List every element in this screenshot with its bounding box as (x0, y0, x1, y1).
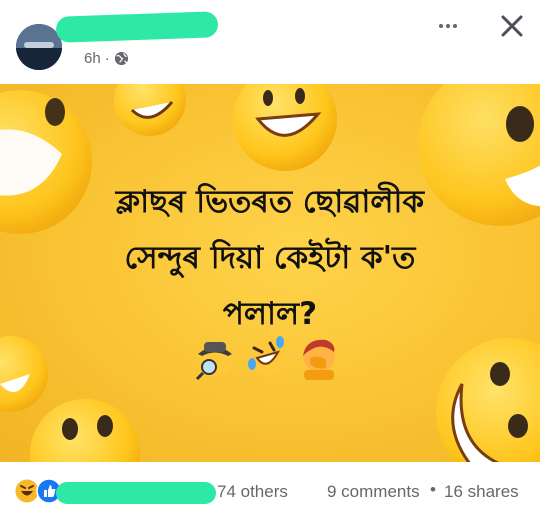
rolling-laughing-emoji (248, 336, 285, 375)
post-image-text: ক্লাছৰ ভিতৰত ছোৱালীক সেন্দুৰ দিয়া কেইটা… (40, 174, 500, 342)
smiley-decoration (0, 336, 48, 412)
smiley-decoration (114, 84, 186, 136)
reaction-count[interactable]: 74 others (217, 482, 288, 502)
smiley-decoration (30, 399, 140, 462)
emoji-row (192, 334, 342, 382)
post-meta: 6h · (84, 50, 129, 67)
globe-icon[interactable] (114, 51, 129, 66)
reactor-names-redacted[interactable] (56, 482, 216, 504)
facepalm-emoji (303, 339, 335, 380)
post-text-line: ক্লাছৰ ভিতৰত ছোৱালীক (115, 184, 425, 220)
smiley-decoration (436, 338, 540, 462)
footer-separator: • (430, 480, 436, 499)
more-horizontal-icon (439, 24, 443, 28)
more-options-button[interactable] (430, 12, 466, 40)
shares-count-link[interactable]: 16 shares (444, 482, 519, 502)
post-image[interactable]: ক্লাছৰ ভিতৰত ছোৱালীক সেন্দুৰ দিয়া কেইটা… (0, 84, 540, 462)
author-name-redacted[interactable] (55, 11, 219, 43)
meta-separator: · (104, 50, 110, 67)
detective-emoji (195, 342, 232, 380)
smiley-decoration (233, 84, 337, 171)
post-header: 6h · (0, 0, 540, 84)
close-icon[interactable] (494, 8, 530, 44)
comments-count-link[interactable]: 9 comments (327, 482, 420, 502)
post-footer: 74 others 9 comments • 16 shares (0, 462, 540, 520)
post-text-line: সেন্দুৰ দিয়া কেইটা ক'ত (124, 240, 416, 276)
avatar[interactable] (16, 24, 62, 70)
post-time[interactable]: 6h (84, 50, 101, 67)
